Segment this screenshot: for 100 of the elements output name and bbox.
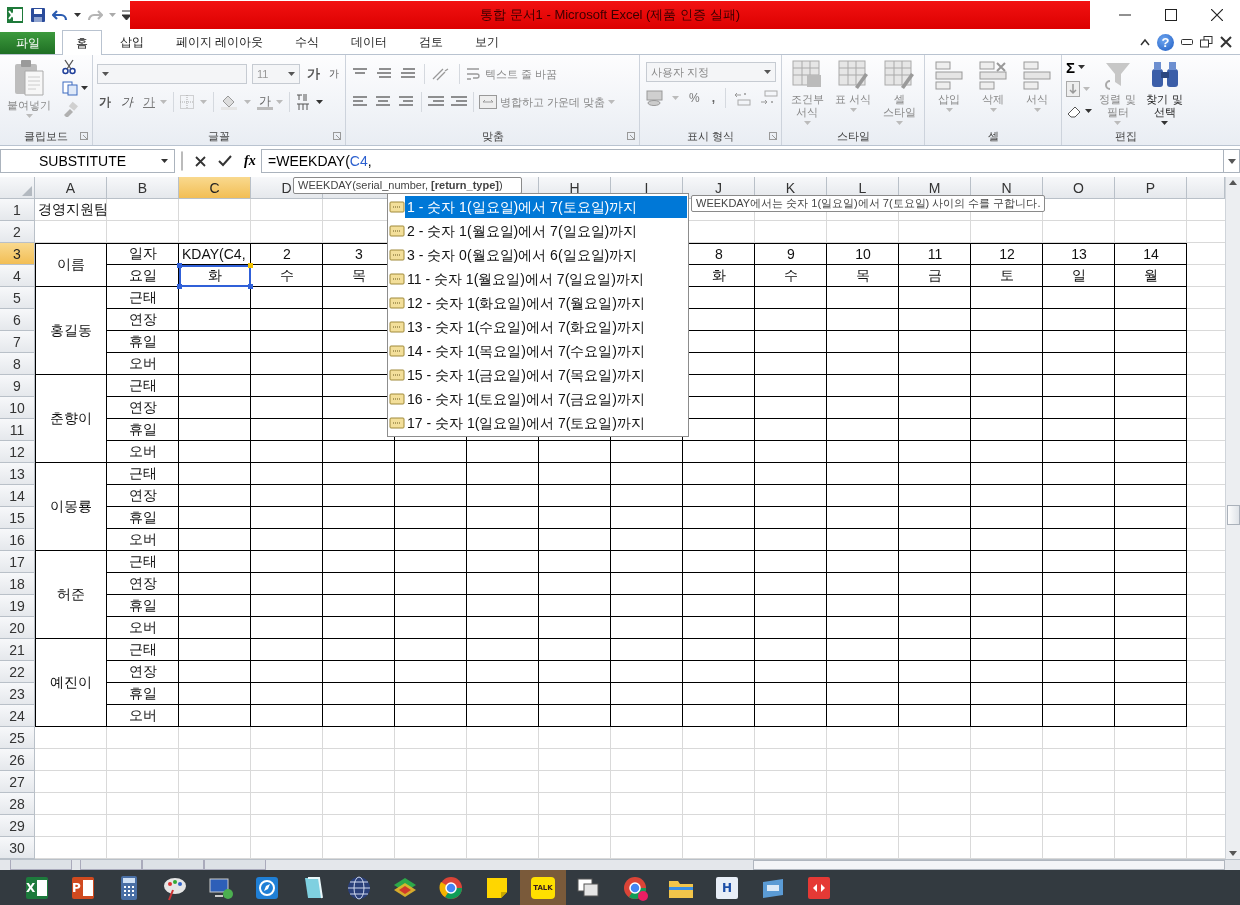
ribbon-tab[interactable]: 수식	[281, 30, 334, 54]
currency-icon[interactable]	[646, 90, 664, 106]
collapse-ribbon-icon[interactable]	[1140, 38, 1150, 46]
taskbar-button[interactable]: P	[60, 870, 106, 905]
redo-icon[interactable]	[87, 8, 103, 22]
row-header[interactable]: 20	[0, 617, 35, 639]
autocomplete-item[interactable]: 2 - 숫자 1(월요일)에서 7(일요일)까지	[389, 219, 687, 243]
row-header[interactable]: 10	[0, 397, 35, 419]
ribbon-tab[interactable]: 보기	[461, 30, 514, 54]
font-name-field[interactable]	[97, 64, 247, 84]
align-right-icon[interactable]	[398, 95, 416, 109]
autocomplete-item[interactable]: 13 - 숫자 1(수요일)에서 7(화요일)까지	[389, 315, 687, 339]
row-header[interactable]: 15	[0, 507, 35, 529]
expand-icon[interactable]	[1227, 158, 1236, 164]
row-header[interactable]: 14	[0, 485, 35, 507]
autocomplete-item[interactable]: 11 - 숫자 1(월요일)에서 7(일요일)까지	[389, 267, 687, 291]
row-header[interactable]: 6	[0, 309, 35, 331]
row-header[interactable]: 30	[0, 837, 35, 859]
restore-icon[interactable]	[1200, 36, 1213, 48]
scroll-thumb[interactable]	[1226, 505, 1240, 525]
dialog-launcher-icon[interactable]	[80, 132, 88, 140]
insert-function-button[interactable]: fx	[244, 153, 256, 169]
spreadsheet-icon[interactable]	[6, 6, 24, 24]
copy-icon[interactable]	[62, 80, 78, 96]
row-header[interactable]: 8	[0, 353, 35, 375]
row-header[interactable]: 28	[0, 793, 35, 815]
autocomplete-item[interactable]: 15 - 숫자 1(금요일)에서 7(목요일)까지	[389, 363, 687, 387]
formula-field[interactable]: =WEEKDAY(C4,	[261, 149, 1224, 173]
autocomplete-item[interactable]: 16 - 숫자 1(토요일)에서 7(금요일)까지	[389, 387, 687, 411]
align-left-icon[interactable]	[352, 95, 370, 109]
find-select-button[interactable]: 찾기 및 선택	[1143, 59, 1186, 126]
autocomplete-item[interactable]: 3 - 숫자 0(월요일)에서 6(일요일)까지	[389, 243, 687, 267]
name-box[interactable]: SUBSTITUTE	[0, 149, 175, 173]
fill-down-icon[interactable]	[1066, 81, 1080, 97]
dialog-launcher-icon[interactable]	[627, 132, 635, 140]
taskbar-button[interactable]: X	[14, 870, 60, 905]
decrease-indent-icon[interactable]	[427, 95, 445, 109]
row-header[interactable]: 2	[0, 221, 35, 243]
cancel-icon[interactable]	[195, 155, 206, 167]
grow-font-button[interactable]: 가	[305, 65, 322, 83]
file-tab[interactable]: 파일	[0, 32, 55, 54]
font-color-button[interactable]: 가	[257, 94, 283, 110]
row-header[interactable]: 22	[0, 661, 35, 683]
shrink-font-button[interactable]: 가	[327, 67, 341, 81]
column-header[interactable]: C	[179, 177, 251, 199]
column-header[interactable]: A	[35, 177, 107, 199]
comma-button[interactable]: ,	[709, 91, 717, 105]
ribbon-tab[interactable]: 검토	[405, 30, 458, 54]
increase-indent-icon[interactable]	[450, 95, 468, 109]
dialog-launcher-icon[interactable]	[769, 132, 777, 140]
row-header[interactable]: 3	[0, 243, 35, 265]
column-header[interactable]: P	[1115, 177, 1187, 199]
ribbon-tab[interactable]: 홈	[62, 30, 102, 55]
dialog-launcher-icon[interactable]	[333, 132, 341, 140]
autocomplete-item[interactable]: 14 - 숫자 1(목요일)에서 7(수요일)까지	[389, 339, 687, 363]
row-header[interactable]: 7	[0, 331, 35, 353]
brush-icon[interactable]	[62, 101, 78, 117]
enter-icon[interactable]	[218, 155, 232, 167]
align-middle-icon[interactable]	[376, 67, 394, 81]
bold-button[interactable]: 가	[97, 93, 113, 111]
close-icon[interactable]	[1211, 9, 1223, 21]
phonetic-guide-icon[interactable]	[296, 93, 310, 111]
percent-button[interactable]: %	[687, 91, 702, 105]
row-header[interactable]: 16	[0, 529, 35, 551]
decrease-decimal-icon[interactable]	[760, 90, 778, 106]
scissors-icon[interactable]	[62, 59, 76, 75]
align-center-icon[interactable]	[375, 95, 393, 109]
resize-handle[interactable]	[181, 151, 183, 171]
save-icon[interactable]	[30, 7, 46, 23]
row-header[interactable]: 5	[0, 287, 35, 309]
row-header[interactable]: 4	[0, 265, 35, 287]
close-icon[interactable]	[1220, 36, 1232, 48]
minimize-icon[interactable]	[1181, 39, 1193, 45]
italic-button[interactable]: 가	[119, 93, 135, 111]
ribbon-tab[interactable]: 삽입	[106, 30, 158, 54]
undo-icon[interactable]	[52, 8, 68, 22]
row-header[interactable]: 19	[0, 595, 35, 617]
row-header[interactable]: 12	[0, 441, 35, 463]
column-header[interactable]: O	[1043, 177, 1115, 199]
row-header[interactable]: 1	[0, 199, 35, 221]
horizontal-scrollbar[interactable]	[753, 860, 1225, 870]
increase-decimal-icon[interactable]	[734, 90, 752, 106]
row-header[interactable]: 13	[0, 463, 35, 485]
column-header[interactable]: B	[107, 177, 179, 199]
eraser-icon[interactable]	[1066, 104, 1082, 118]
row-header[interactable]: 11	[0, 419, 35, 441]
row-header[interactable]: 9	[0, 375, 35, 397]
scroll-down-icon[interactable]	[1229, 851, 1237, 856]
taskbar-button[interactable]: H	[704, 870, 750, 905]
select-all-button[interactable]	[0, 177, 35, 199]
row-header[interactable]: 17	[0, 551, 35, 573]
sheet-nav[interactable]	[10, 860, 72, 870]
row-header[interactable]: 21	[0, 639, 35, 661]
border-icon[interactable]	[180, 95, 194, 109]
autosum-button[interactable]: Σ	[1066, 59, 1092, 76]
ribbon-tab[interactable]: 페이지 레이아웃	[162, 30, 278, 54]
row-header[interactable]: 27	[0, 771, 35, 793]
row-header[interactable]: 18	[0, 573, 35, 595]
autocomplete-item[interactable]: 12 - 숫자 1(화요일)에서 7(월요일)까지	[389, 291, 687, 315]
autocomplete-item[interactable]: 17 - 숫자 1(일요일)에서 7(토요일)까지	[389, 411, 687, 435]
